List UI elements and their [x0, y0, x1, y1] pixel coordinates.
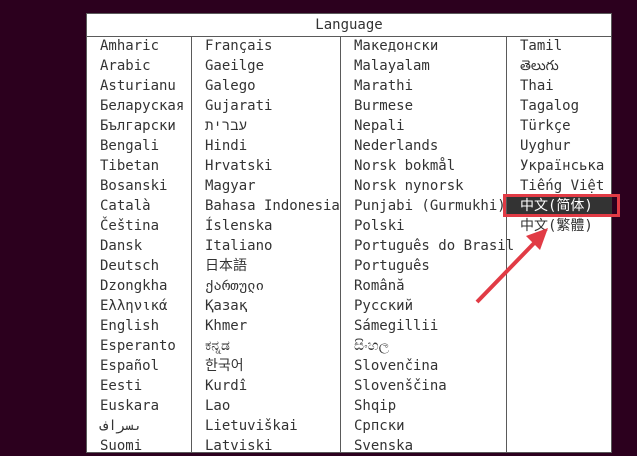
language-item[interactable]: Português do Brasil	[341, 236, 514, 256]
language-item[interactable]: Norsk nynorsk	[341, 176, 506, 196]
language-item[interactable]: Sámegillii	[341, 316, 506, 336]
language-item[interactable]: Arabic	[87, 56, 191, 76]
language-item[interactable]: Gujarati	[192, 96, 340, 116]
language-column-2: Français Gaeilge Galego Gujarati עברית Hindi H…	[191, 36, 340, 454]
language-item[interactable]: Lao	[192, 396, 340, 416]
language-item[interactable]: Čeština	[87, 216, 191, 236]
language-item[interactable]: Asturianu	[87, 76, 191, 96]
language-item[interactable]: Español	[87, 356, 191, 376]
language-item[interactable]: Norsk bokmål	[341, 156, 506, 176]
language-item[interactable]: Tiếng Việt	[507, 176, 612, 196]
language-item[interactable]: 中文(繁體)	[507, 216, 612, 236]
language-item[interactable]: Latviski	[192, 436, 340, 456]
language-item[interactable]: Қазақ	[192, 296, 340, 316]
language-item[interactable]: Malayalam	[341, 56, 506, 76]
language-item[interactable]: Slovenčina	[341, 356, 506, 376]
language-item[interactable]: Русский	[341, 296, 506, 316]
language-item[interactable]: Català	[87, 196, 191, 216]
language-item[interactable]: 한국어	[192, 356, 340, 376]
language-item[interactable]: Български	[87, 116, 191, 136]
language-item[interactable]: Lietuviškai	[192, 416, 340, 436]
language-item[interactable]: Euskara	[87, 396, 191, 416]
language-item[interactable]: Bengali	[87, 136, 191, 156]
language-item[interactable]: Română	[341, 276, 506, 296]
language-item[interactable]: Tibetan	[87, 156, 191, 176]
language-item[interactable]: Nepali	[341, 116, 506, 136]
language-item[interactable]: Türkçe	[507, 116, 612, 136]
language-item[interactable]: Eesti	[87, 376, 191, 396]
language-dialog: Language Amharic Arabic Asturianu Беларуска…	[86, 13, 612, 454]
language-item[interactable]: Hrvatski	[192, 156, 340, 176]
language-column-3: Македонски Malayalam Marathi Burmese Nepali N…	[340, 36, 514, 454]
language-item[interactable]: Thai	[507, 76, 612, 96]
language-item[interactable]: Esperanto	[87, 336, 191, 356]
language-item[interactable]: Українська	[507, 156, 612, 176]
language-item[interactable]: සිංහල	[341, 336, 506, 356]
language-item[interactable]: ქართული	[192, 276, 340, 296]
language-item[interactable]: Tagalog	[507, 96, 612, 116]
language-item[interactable]: Bosanski	[87, 176, 191, 196]
language-item[interactable]: Tamil	[507, 36, 612, 56]
dialog-title: Language	[87, 14, 611, 37]
language-item[interactable]: Burmese	[341, 96, 506, 116]
language-item[interactable]: Shqip	[341, 396, 506, 416]
language-item[interactable]: Nederlands	[341, 136, 506, 156]
language-item[interactable]: Bahasa Indonesia	[192, 196, 340, 216]
language-item[interactable]: Suomi	[87, 436, 191, 456]
language-item[interactable]: ىسراف	[87, 416, 191, 436]
language-item[interactable]: Magyar	[192, 176, 340, 196]
language-item[interactable]: Uyghur	[507, 136, 612, 156]
language-item[interactable]: Polski	[341, 216, 506, 236]
language-item[interactable]: ಕನ್ನಡ	[192, 336, 340, 356]
language-item[interactable]: 中文(简体)	[507, 196, 612, 216]
language-item[interactable]: Kurdî	[192, 376, 340, 396]
language-item[interactable]: Français	[192, 36, 340, 56]
language-item[interactable]: Deutsch	[87, 256, 191, 276]
language-item[interactable]: Khmer	[192, 316, 340, 336]
language-item[interactable]: Dansk	[87, 236, 191, 256]
language-item[interactable]: Македонски	[341, 36, 506, 56]
language-item[interactable]: Amharic	[87, 36, 191, 56]
language-item[interactable]: Português	[341, 256, 506, 276]
language-item[interactable]: తెలుగు	[507, 56, 612, 76]
language-item[interactable]: Punjabi (Gurmukhi)	[341, 196, 506, 216]
language-item[interactable]: Italiano	[192, 236, 340, 256]
language-item[interactable]: Íslenska	[192, 216, 340, 236]
language-item[interactable]: Galego	[192, 76, 340, 96]
language-item[interactable]: English	[87, 316, 191, 336]
language-item[interactable]: Српски	[341, 416, 506, 436]
language-item[interactable]: עברית	[192, 116, 340, 136]
language-item[interactable]: Беларуская	[87, 96, 191, 116]
language-item[interactable]: Marathi	[341, 76, 506, 96]
language-column-1: Amharic Arabic Asturianu Беларуская Българск…	[87, 36, 191, 454]
language-item[interactable]: 日本語	[192, 256, 340, 276]
language-column-4: Tamil తెలుగు Thai Tagalog Türkçe Uyghur Україн…	[506, 36, 612, 452]
language-item[interactable]: Ελληνικά	[87, 296, 191, 316]
language-item[interactable]: Gaeilge	[192, 56, 340, 76]
language-item[interactable]: Dzongkha	[87, 276, 191, 296]
language-item[interactable]: Slovenščina	[341, 376, 506, 396]
language-item[interactable]: Svenska	[341, 436, 506, 456]
language-item[interactable]: Hindi	[192, 136, 340, 156]
